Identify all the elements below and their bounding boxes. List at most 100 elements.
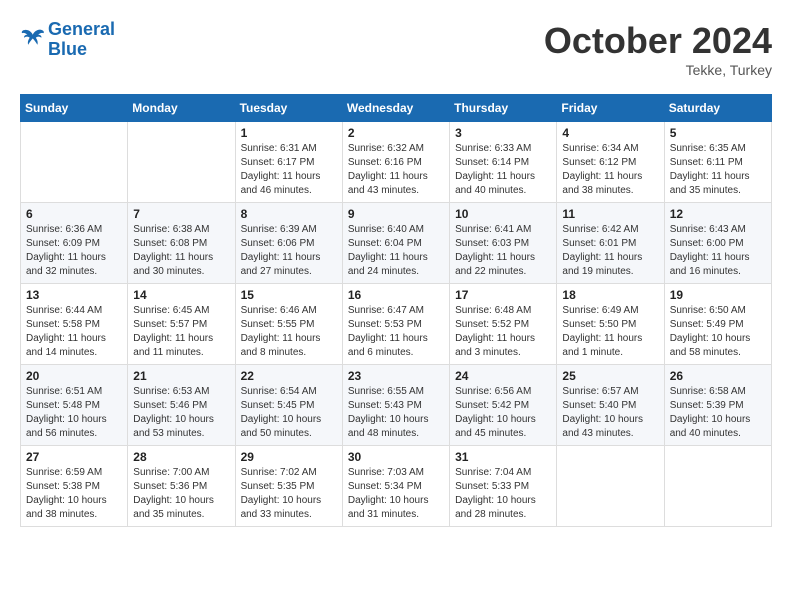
day-number: 17 [455, 288, 551, 302]
day-number: 27 [26, 450, 122, 464]
calendar-cell: 4 Sunrise: 6:34 AM Sunset: 6:12 PM Daylig… [557, 122, 664, 203]
calendar-cell: 8 Sunrise: 6:39 AM Sunset: 6:06 PM Daylig… [235, 203, 342, 284]
day-number: 29 [241, 450, 337, 464]
day-info: Sunrise: 6:40 AM Sunset: 6:04 PM Dayligh… [348, 223, 444, 279]
day-number: 20 [26, 369, 122, 383]
day-number: 4 [562, 126, 658, 140]
logo-text: General Blue [48, 20, 115, 60]
calendar-cell [664, 446, 771, 527]
day-info: Sunrise: 6:32 AM Sunset: 6:16 PM Dayligh… [348, 142, 444, 198]
weekday-header-thursday: Thursday [450, 95, 557, 122]
weekday-header-friday: Friday [557, 95, 664, 122]
calendar-cell: 15Sunrise: 6:46 AM Sunset: 5:55 PM Dayli… [235, 284, 342, 365]
day-number: 12 [670, 207, 766, 221]
calendar-cell: 29 Sunrise: 7:02 AM Sunset: 5:35 PM Dayli… [235, 446, 342, 527]
calendar-week-row: 13 Sunrise: 6:44 AM Sunset: 5:58 PM Dayli… [21, 284, 772, 365]
page-header: General Blue October 2024 Tekke, Turkey [20, 20, 772, 78]
day-number: 31 [455, 450, 551, 464]
calendar-cell: 21Sunrise: 6:53 AM Sunset: 5:46 PM Dayli… [128, 365, 235, 446]
weekday-header-sunday: Sunday [21, 95, 128, 122]
day-info: Sunrise: 6:54 AM Sunset: 5:45 PM Dayligh… [241, 385, 337, 441]
calendar-cell: 5 Sunrise: 6:35 AM Sunset: 6:11 PM Daylig… [664, 122, 771, 203]
day-info: Sunrise: 6:57 AM Sunset: 5:40 PM Dayligh… [562, 385, 658, 441]
day-info: Sunrise: 6:34 AM Sunset: 6:12 PM Dayligh… [562, 142, 658, 198]
day-info: Sunrise: 6:38 AM Sunset: 6:08 PM Dayligh… [133, 223, 229, 279]
day-number: 28 [133, 450, 229, 464]
calendar-cell: 18Sunrise: 6:49 AM Sunset: 5:50 PM Dayli… [557, 284, 664, 365]
calendar-cell: 17 Sunrise: 6:48 AM Sunset: 5:52 PM Dayli… [450, 284, 557, 365]
calendar-cell: 19Sunrise: 6:50 AM Sunset: 5:49 PM Dayli… [664, 284, 771, 365]
day-number: 3 [455, 126, 551, 140]
day-info: Sunrise: 6:44 AM Sunset: 5:58 PM Dayligh… [26, 304, 122, 360]
day-number: 11 [562, 207, 658, 221]
day-info: Sunrise: 6:56 AM Sunset: 5:42 PM Dayligh… [455, 385, 551, 441]
calendar-cell: 31 Sunrise: 7:04 AM Sunset: 5:33 PM Dayli… [450, 446, 557, 527]
day-info: Sunrise: 6:36 AM Sunset: 6:09 PM Dayligh… [26, 223, 122, 279]
weekday-header-saturday: Saturday [664, 95, 771, 122]
calendar-cell: 25 Sunrise: 6:57 AM Sunset: 5:40 PM Dayli… [557, 365, 664, 446]
calendar-cell: 28 Sunrise: 7:00 AM Sunset: 5:36 PM Dayli… [128, 446, 235, 527]
weekday-header-tuesday: Tuesday [235, 95, 342, 122]
day-number: 1 [241, 126, 337, 140]
calendar-cell: 6 Sunrise: 6:36 AM Sunset: 6:09 PM Daylig… [21, 203, 128, 284]
day-number: 25 [562, 369, 658, 383]
calendar-week-row: 20 Sunrise: 6:51 AM Sunset: 5:48 PM Dayli… [21, 365, 772, 446]
month-title: October 2024 [544, 20, 772, 62]
calendar-cell [128, 122, 235, 203]
day-number: 6 [26, 207, 122, 221]
day-number: 10 [455, 207, 551, 221]
day-info: Sunrise: 6:35 AM Sunset: 6:11 PM Dayligh… [670, 142, 766, 198]
weekday-header-row: SundayMondayTuesdayWednesdayThursdayFrid… [21, 95, 772, 122]
calendar-cell: 16Sunrise: 6:47 AM Sunset: 5:53 PM Dayli… [342, 284, 449, 365]
day-info: Sunrise: 6:39 AM Sunset: 6:06 PM Dayligh… [241, 223, 337, 279]
calendar-cell: 26Sunrise: 6:58 AM Sunset: 5:39 PM Dayli… [664, 365, 771, 446]
day-number: 21 [133, 369, 229, 383]
calendar-week-row: 27 Sunrise: 6:59 AM Sunset: 5:38 PM Dayli… [21, 446, 772, 527]
day-number: 9 [348, 207, 444, 221]
day-info: Sunrise: 6:41 AM Sunset: 6:03 PM Dayligh… [455, 223, 551, 279]
day-info: Sunrise: 6:48 AM Sunset: 5:52 PM Dayligh… [455, 304, 551, 360]
calendar-cell: 14 Sunrise: 6:45 AM Sunset: 5:57 PM Dayli… [128, 284, 235, 365]
day-number: 15 [241, 288, 337, 302]
weekday-header-wednesday: Wednesday [342, 95, 449, 122]
day-info: Sunrise: 6:59 AM Sunset: 5:38 PM Dayligh… [26, 466, 122, 522]
day-info: Sunrise: 7:02 AM Sunset: 5:35 PM Dayligh… [241, 466, 337, 522]
calendar-cell: 23 Sunrise: 6:55 AM Sunset: 5:43 PM Dayli… [342, 365, 449, 446]
day-info: Sunrise: 6:49 AM Sunset: 5:50 PM Dayligh… [562, 304, 658, 360]
calendar-cell: 12Sunrise: 6:43 AM Sunset: 6:00 PM Dayli… [664, 203, 771, 284]
day-info: Sunrise: 6:55 AM Sunset: 5:43 PM Dayligh… [348, 385, 444, 441]
day-info: Sunrise: 7:04 AM Sunset: 5:33 PM Dayligh… [455, 466, 551, 522]
calendar-cell: 3 Sunrise: 6:33 AM Sunset: 6:14 PM Daylig… [450, 122, 557, 203]
day-number: 7 [133, 207, 229, 221]
day-number: 23 [348, 369, 444, 383]
calendar-cell: 2 Sunrise: 6:32 AM Sunset: 6:16 PM Daylig… [342, 122, 449, 203]
day-number: 2 [348, 126, 444, 140]
day-number: 14 [133, 288, 229, 302]
day-info: Sunrise: 7:00 AM Sunset: 5:36 PM Dayligh… [133, 466, 229, 522]
day-info: Sunrise: 6:45 AM Sunset: 5:57 PM Dayligh… [133, 304, 229, 360]
calendar-cell: 11 Sunrise: 6:42 AM Sunset: 6:01 PM Dayli… [557, 203, 664, 284]
calendar-cell: 24 Sunrise: 6:56 AM Sunset: 5:42 PM Dayli… [450, 365, 557, 446]
location: Tekke, Turkey [544, 62, 772, 78]
day-info: Sunrise: 6:31 AM Sunset: 6:17 PM Dayligh… [241, 142, 337, 198]
day-number: 24 [455, 369, 551, 383]
day-info: Sunrise: 6:47 AM Sunset: 5:53 PM Dayligh… [348, 304, 444, 360]
day-number: 19 [670, 288, 766, 302]
calendar-cell: 7 Sunrise: 6:38 AM Sunset: 6:08 PM Daylig… [128, 203, 235, 284]
calendar-cell: 9 Sunrise: 6:40 AM Sunset: 6:04 PM Daylig… [342, 203, 449, 284]
day-info: Sunrise: 6:51 AM Sunset: 5:48 PM Dayligh… [26, 385, 122, 441]
day-number: 13 [26, 288, 122, 302]
logo: General Blue [20, 20, 115, 60]
day-info: Sunrise: 6:33 AM Sunset: 6:14 PM Dayligh… [455, 142, 551, 198]
calendar-cell: 20 Sunrise: 6:51 AM Sunset: 5:48 PM Dayli… [21, 365, 128, 446]
day-number: 8 [241, 207, 337, 221]
title-block: October 2024 Tekke, Turkey [544, 20, 772, 78]
day-number: 22 [241, 369, 337, 383]
weekday-header-monday: Monday [128, 95, 235, 122]
day-info: Sunrise: 7:03 AM Sunset: 5:34 PM Dayligh… [348, 466, 444, 522]
day-info: Sunrise: 6:58 AM Sunset: 5:39 PM Dayligh… [670, 385, 766, 441]
calendar-cell: 22 Sunrise: 6:54 AM Sunset: 5:45 PM Dayli… [235, 365, 342, 446]
day-info: Sunrise: 6:42 AM Sunset: 6:01 PM Dayligh… [562, 223, 658, 279]
calendar-cell: 1 Sunrise: 6:31 AM Sunset: 6:17 PM Daylig… [235, 122, 342, 203]
day-number: 5 [670, 126, 766, 140]
